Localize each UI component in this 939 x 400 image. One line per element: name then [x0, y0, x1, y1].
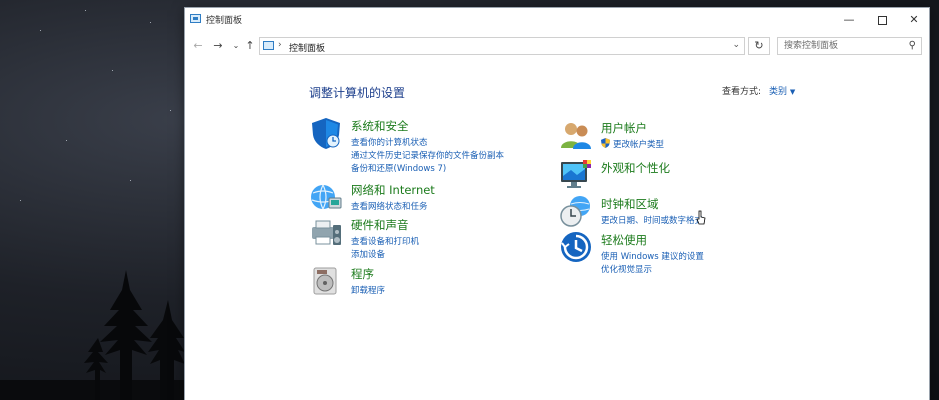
- window-title: 控制面板: [206, 16, 243, 26]
- view-by-label: 查看方式:: [722, 87, 762, 97]
- category-title[interactable]: 程序: [351, 266, 374, 282]
- users-icon: [561, 123, 591, 149]
- close-button[interactable]: ✕: [898, 8, 929, 32]
- category-ease-of-access: 轻松使用 使用 Windows 建议的设置 优化视觉显示: [559, 230, 799, 278]
- refresh-button[interactable]: ↻: [748, 37, 770, 55]
- title-bar: 控制面板 — ✕: [185, 8, 929, 32]
- star: [150, 22, 151, 23]
- category-network-internet: 网络和 Internet 查看网络状态和任务: [309, 180, 549, 216]
- forward-button[interactable]: →: [211, 38, 225, 54]
- link-devices-printers[interactable]: 查看设备和打印机: [351, 235, 419, 247]
- link-network-status[interactable]: 查看网络状态和任务: [351, 200, 428, 212]
- search-icon[interactable]: ⚲: [909, 40, 916, 51]
- link-uninstall-program[interactable]: 卸载程序: [351, 284, 385, 296]
- category-title[interactable]: 外观和个性化: [601, 160, 670, 176]
- printer-speaker-icon: [312, 220, 341, 245]
- star: [130, 180, 131, 181]
- link-add-device[interactable]: 添加设备: [351, 248, 385, 260]
- star: [170, 110, 171, 111]
- address-bar[interactable]: › 控制面板 ⌄: [259, 37, 745, 55]
- control-panel-icon: [263, 41, 274, 50]
- star: [20, 200, 21, 201]
- link-file-history-backup[interactable]: 通过文件历史记录保存你的文件备份副本: [351, 149, 504, 161]
- network-globe-icon: [311, 184, 342, 210]
- hand-cursor-icon: [696, 210, 706, 225]
- category-title[interactable]: 系统和安全: [351, 118, 409, 134]
- category-title[interactable]: 轻松使用: [601, 232, 647, 248]
- category-hardware-sound: 硬件和声音 查看设备和打印机 添加设备: [309, 215, 549, 263]
- link-change-date-time-format[interactable]: 更改日期、时间或数字格式: [601, 214, 703, 226]
- star: [112, 70, 113, 71]
- ease-of-access-icon: [561, 232, 591, 262]
- link-change-account-type[interactable]: 更改帐户类型: [613, 138, 664, 150]
- link-windows-recommended-settings[interactable]: 使用 Windows 建议的设置: [601, 250, 704, 262]
- tree-silhouette: [0, 270, 185, 400]
- category-title[interactable]: 时钟和区域: [601, 196, 659, 212]
- star: [85, 10, 86, 11]
- clock-globe-icon: [560, 196, 590, 227]
- monitor-palette-icon: [561, 160, 591, 188]
- category-title[interactable]: 硬件和声音: [351, 217, 409, 233]
- breadcrumb-separator-icon: ›: [278, 40, 282, 50]
- back-button[interactable]: ←: [191, 38, 205, 54]
- category-system-security: 系统和安全 查看你的计算机状态 通过文件历史记录保存你的文件备份副本 备份和还原…: [309, 116, 549, 180]
- page-title: 调整计算机的设置: [309, 86, 406, 100]
- link-view-computer-status[interactable]: 查看你的计算机状态: [351, 136, 428, 148]
- breadcrumb-control-panel[interactable]: 控制面板: [289, 41, 325, 54]
- control-panel-window: 控制面板 — ✕ ← → ⌄ ↑ › 控制面板 ⌄ ↻ ⚲ 调整计算机的设置 查…: [185, 8, 929, 400]
- category-title[interactable]: 网络和 Internet: [351, 182, 435, 198]
- star: [40, 30, 41, 31]
- maximize-button[interactable]: [866, 8, 898, 32]
- programs-disk-icon: [313, 267, 337, 295]
- view-by-value[interactable]: 类别: [769, 87, 787, 97]
- link-backup-restore[interactable]: 备份和还原(Windows 7): [351, 162, 446, 174]
- shield-security-icon: [312, 118, 340, 149]
- minimize-button[interactable]: —: [833, 8, 865, 32]
- control-panel-icon: [190, 14, 201, 23]
- maximize-icon: [877, 15, 887, 25]
- category-programs: 程序 卸载程序: [309, 264, 549, 304]
- search-input[interactable]: [784, 40, 899, 52]
- category-appearance-personalization: 外观和个性化: [559, 158, 799, 194]
- uac-shield-icon: [601, 138, 610, 148]
- chevron-down-icon[interactable]: ⌄: [732, 40, 740, 50]
- link-optimize-visual-display[interactable]: 优化视觉显示: [601, 263, 652, 275]
- star: [66, 140, 67, 141]
- up-button[interactable]: ↑: [243, 38, 257, 54]
- view-by-dropdown[interactable]: 类别 ▼: [769, 84, 795, 97]
- dropdown-arrow-icon: ▼: [789, 88, 796, 96]
- search-box[interactable]: ⚲: [777, 37, 922, 55]
- category-user-accounts: 用户帐户 更改帐户类型: [559, 118, 799, 158]
- category-clock-region: 时钟和区域 更改日期、时间或数字格式: [559, 194, 799, 230]
- recent-locations-button[interactable]: ⌄: [229, 38, 243, 54]
- navigation-bar: ← → ⌄ ↑ › 控制面板 ⌄ ↻ ⚲: [185, 34, 929, 58]
- category-title[interactable]: 用户帐户: [601, 120, 647, 136]
